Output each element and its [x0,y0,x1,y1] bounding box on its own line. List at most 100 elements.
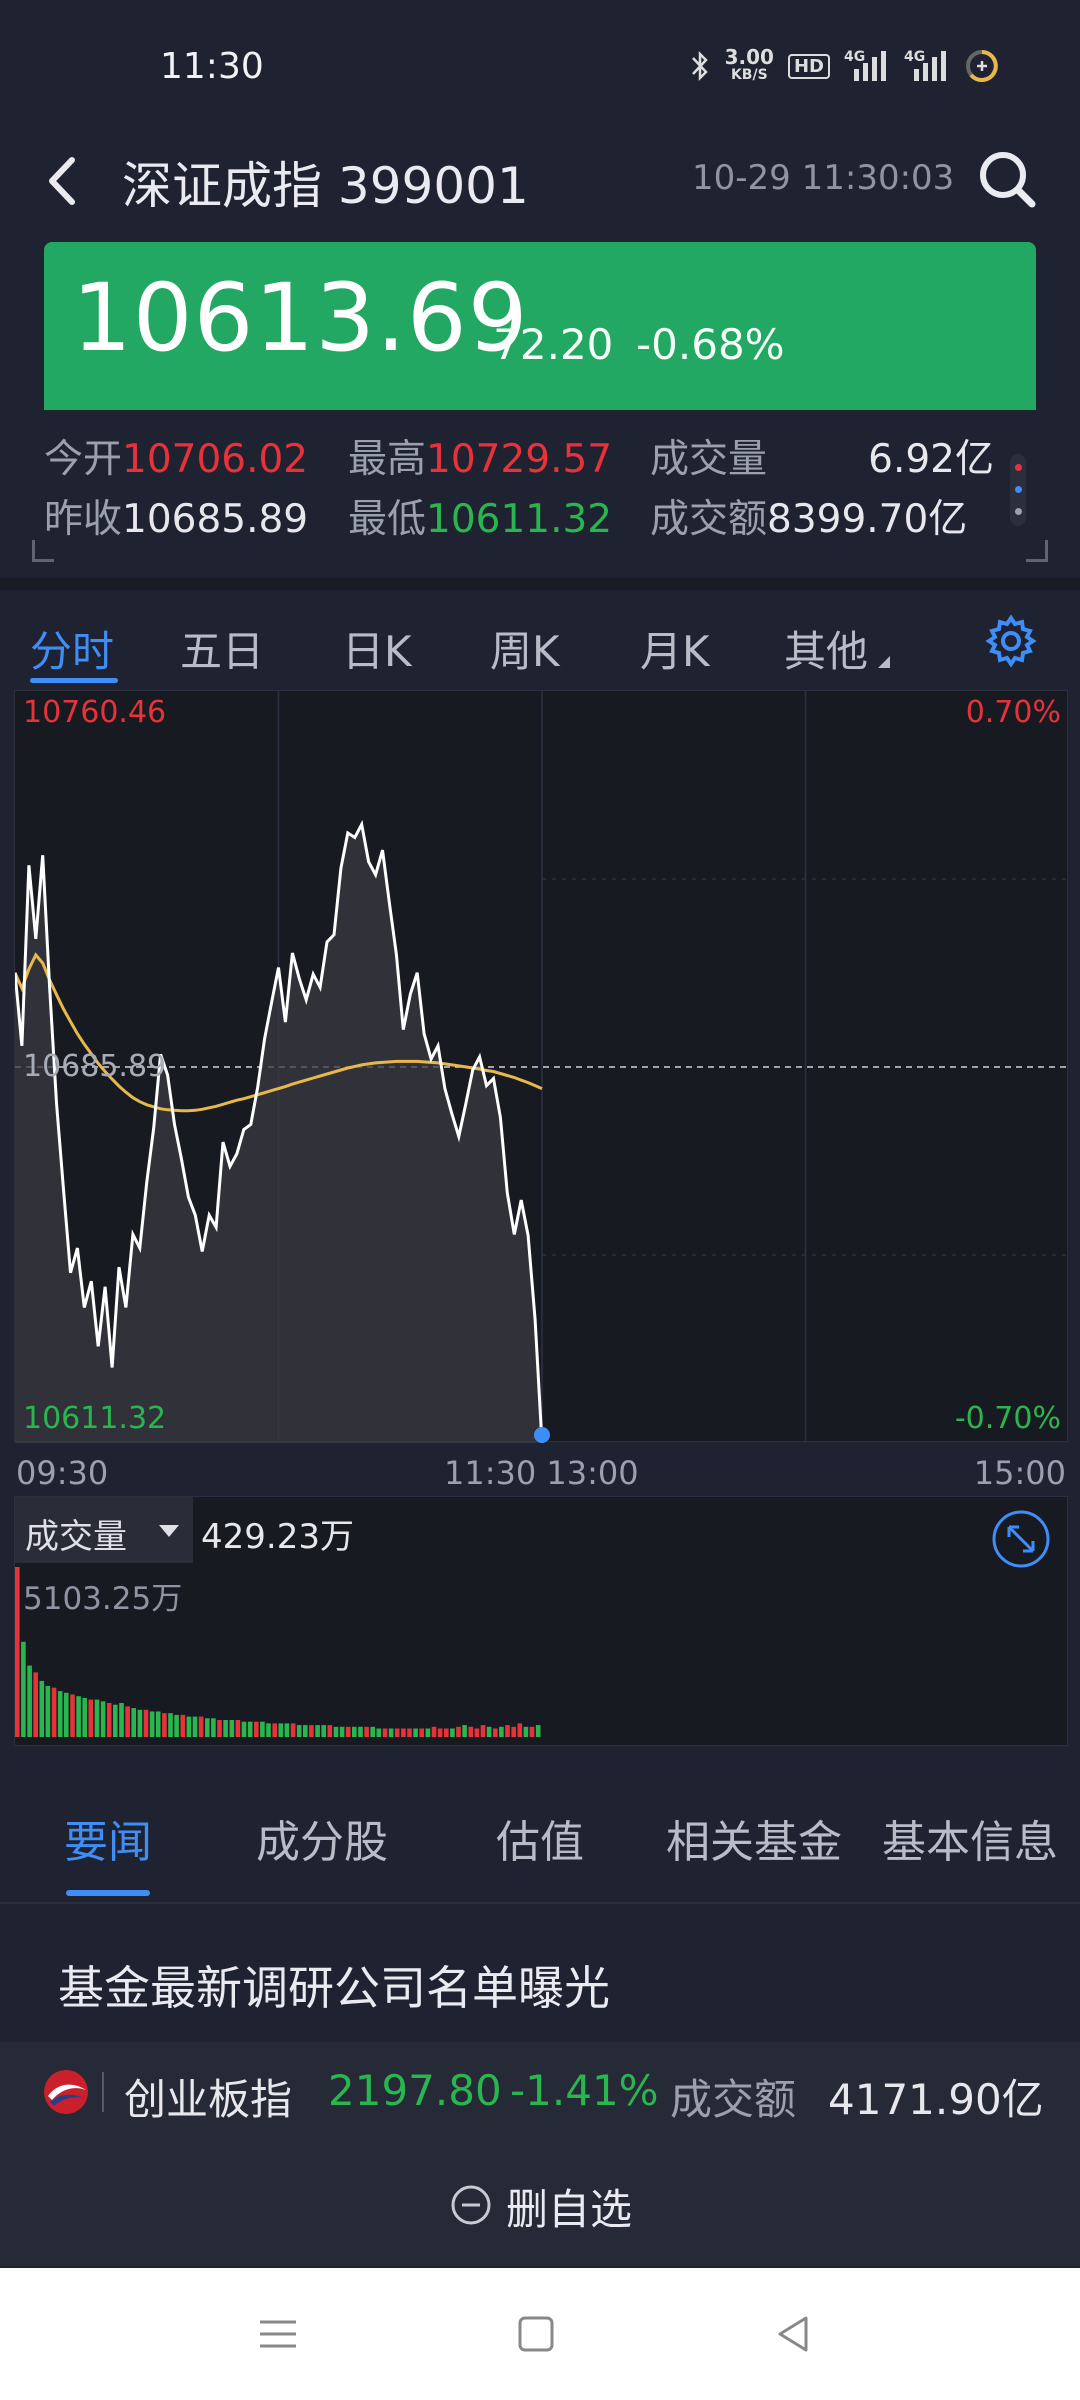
home-icon[interactable] [512,2310,560,2358]
volume-bar [358,1726,363,1737]
expand-icon[interactable] [991,1509,1051,1569]
system-nav-bar [0,2268,1080,2400]
y-max-label: 10760.46 [23,695,167,730]
tab-monthly-k[interactable]: 月K [640,618,710,679]
volume-bar [45,1686,51,1737]
tab-constituents[interactable]: 成分股 [256,1806,388,1870]
menu-icon[interactable] [254,2310,302,2358]
time-label-close: 15:00 [973,1454,1066,1492]
tab-related-funds[interactable]: 相关基金 [666,1806,842,1870]
related-index-name: 创业板指 [124,2075,293,2124]
intraday-chart[interactable]: 10760.46 0.70% 10685.89 10611.32 -0.70% [14,690,1069,1443]
gear-icon[interactable] [984,614,1038,668]
volume-bar [186,1716,192,1737]
stat-value: 10685.89 [122,497,309,542]
status-bar: 11:30 3.00 KB/S HD 4G 4G [0,0,1080,130]
volume-bar [462,1725,467,1737]
stat-turnover: 成交额8399.70亿 [650,488,967,544]
battery-ring-icon [966,50,998,82]
status-icons: 3.00 KB/S HD 4G 4G [689,45,1000,84]
y-ref-label: 10685.89 [23,1049,167,1084]
signal-2-icon: 4G [904,49,950,83]
volume-indicator-select[interactable]: 成交量 [15,1497,193,1563]
y-min-label: 10611.32 [23,1401,167,1436]
current-price: 10613.69 [72,264,529,373]
related-turnover-label: 成交额 [670,2075,797,2124]
volume-bar [401,1728,406,1737]
last-price-dot [534,1427,550,1443]
tab-active-underline [30,678,118,683]
volume-bar [229,1720,235,1737]
volume-bar [493,1728,498,1737]
chart-tabs: 分时 五日 日K 周K 月K 其他 [0,590,1080,686]
volume-bar [407,1728,412,1737]
volume-bar [57,1691,63,1737]
tab-intraday[interactable]: 分时 [30,618,114,679]
chinext-logo-icon [44,2070,88,2114]
stat-value: 8399.70亿 [767,497,968,542]
volume-bar [425,1728,431,1737]
divider [0,1902,1080,1904]
back-nav-icon[interactable] [770,2310,818,2358]
volume-bar [499,1726,504,1737]
volume-chart[interactable]: 成交量 429.23万 5103.25万 [14,1496,1068,1746]
related-index-price: 2197.80 [328,2066,502,2115]
volume-bar [444,1728,449,1737]
stat-value: 10706.02 [122,437,309,482]
volume-bar [456,1726,461,1737]
stat-volume-value: 6.92亿 [868,428,994,484]
volume-bar [137,1709,143,1737]
stat-value: 10729.57 [426,437,613,482]
tab-weekly-k[interactable]: 周K [490,618,560,679]
volume-bar [486,1726,492,1737]
pct-min-label: -0.70% [954,1401,1061,1436]
stat-label: 昨收 [44,497,123,542]
search-icon[interactable] [972,144,1042,214]
volume-indicator-label: 成交量 [25,1517,127,1557]
tab-daily-k[interactable]: 日K [342,618,412,679]
stat-open: 今开10706.02 [44,428,308,484]
volume-bar [260,1721,265,1737]
stat-value: 10611.32 [426,497,613,542]
remove-watchlist-bar: 删自选 [0,2142,1080,2266]
remove-watchlist-button[interactable]: 删自选 [506,2176,632,2237]
time-axis: 09:30 11:30 13:00 15:00 [14,1450,1068,1496]
tab-valuation[interactable]: 估值 [496,1806,584,1870]
minus-circle-icon[interactable] [450,2184,492,2226]
volume-max-label: 5103.25万 [23,1581,183,1617]
volume-bar [474,1728,480,1737]
volume-bar [198,1716,204,1737]
volume-bar [100,1701,106,1737]
volume-bar [413,1728,418,1737]
price-banner: 10613.69 -72.20 -0.68% [44,242,1036,410]
volume-bar [382,1728,388,1737]
signal-1-icon: 4G [844,49,890,83]
net-speed-value: 3.00 [724,45,774,69]
volume-bar [51,1687,57,1737]
stat-high: 最高10729.57 [348,428,612,484]
tab-basic-info[interactable]: 基本信息 [882,1806,1058,1870]
more-dots-icon[interactable] [1010,454,1026,526]
pct-max-label: 0.70% [965,695,1061,730]
related-turnover-value: 4171.90亿 [828,2075,1044,2124]
volume-bar [76,1696,81,1737]
related-index-row[interactable]: 创业板指 2197.80 -1.41% 成交额 4171.90亿 [0,2042,1080,2142]
tab-news[interactable]: 要闻 [64,1806,152,1870]
news-tab-underline [66,1890,150,1896]
back-arrow-icon[interactable] [36,146,96,216]
quote-stats[interactable]: 今开10706.02 最高10729.57 成交量 6.92亿 昨收10685.… [44,428,994,548]
tab-five-day[interactable]: 五日 [180,618,264,679]
news-headline[interactable]: 基金最新调研公司名单曝光 [58,1952,610,2018]
volume-bar [113,1704,118,1737]
volume-bar [321,1725,326,1737]
volume-bar [15,1567,20,1737]
tab-other[interactable]: 其他 [784,618,868,679]
corner-mark-right [1026,540,1048,562]
related-separator [102,2072,104,2112]
volume-bar [211,1718,216,1737]
volume-bar [131,1708,136,1737]
volume-bar [125,1706,130,1737]
hd-badge: HD [787,53,830,79]
stat-volume: 成交量 [650,428,767,484]
volume-bar [284,1723,290,1737]
